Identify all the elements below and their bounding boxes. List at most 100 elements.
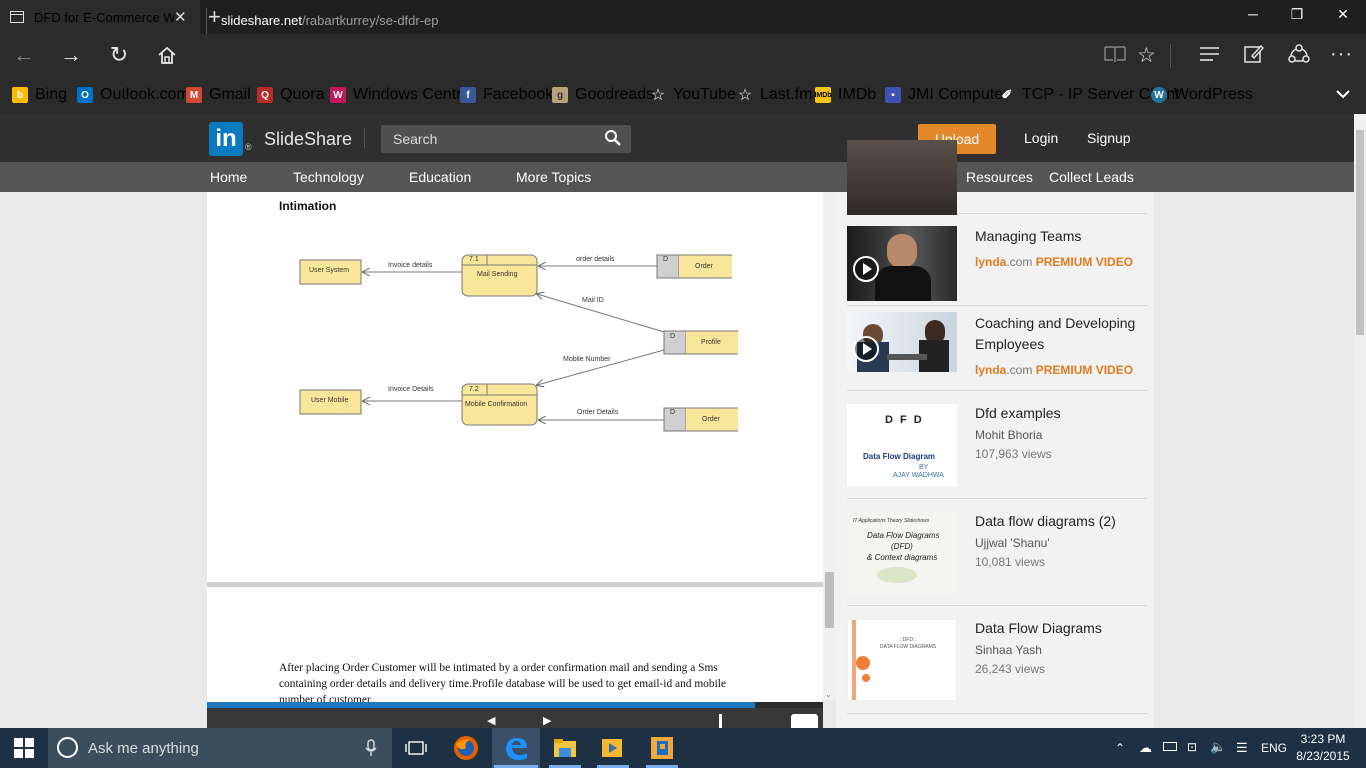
nav-technology[interactable]: Technology — [293, 169, 364, 185]
home-icon[interactable] — [152, 44, 182, 70]
related-author[interactable]: Sinhaa Yash — [975, 643, 1042, 657]
nav-more-topics[interactable]: More Topics — [516, 169, 591, 185]
thumb-by: BY — [919, 464, 929, 471]
label-mobile-confirmation: Mobile Confirmation — [465, 401, 528, 408]
back-icon[interactable]: ← — [9, 42, 39, 68]
cortana-search-input[interactable]: Ask me anything — [88, 740, 199, 757]
slide-current[interactable]: Intimation User System User Mobile 7.1 M… — [207, 192, 823, 582]
task-view-icon[interactable] — [405, 740, 427, 761]
related-title[interactable]: Coaching and Developing Employees — [975, 313, 1150, 355]
related-title[interactable]: Managing Teams — [975, 226, 1150, 247]
next-slide-icon[interactable]: ▶ — [543, 714, 551, 727]
tab-close-icon[interactable]: ✕ — [174, 8, 187, 26]
fullscreen-icon[interactable] — [791, 714, 818, 728]
search-icon[interactable] — [604, 129, 624, 149]
related-title[interactable]: Dfd examples — [975, 403, 1150, 424]
action-center-icon[interactable]: ☰ — [1236, 740, 1248, 756]
related-title[interactable]: Data Flow Diagrams — [975, 618, 1150, 639]
related-card-partial[interactable] — [847, 140, 1147, 215]
related-title[interactable]: Data flow diagrams (2) — [975, 511, 1150, 532]
favorite-windows-central[interactable]: W Windows Central — [330, 86, 474, 104]
favorite-quora[interactable]: Q Quora — [257, 86, 324, 104]
microphone-icon[interactable] — [365, 739, 377, 762]
favorite-goodreads[interactable]: g Goodreads — [552, 86, 654, 104]
nav-home[interactable]: Home — [210, 169, 247, 185]
favorite-bing[interactable]: b Bing — [12, 86, 67, 104]
scroll-down-arrow-icon[interactable]: ⌄ — [825, 690, 832, 699]
media-player-icon[interactable] — [598, 734, 626, 762]
forward-icon[interactable]: → — [56, 42, 86, 68]
related-card[interactable]: Coaching and Developing Employees lynda.… — [847, 306, 1147, 391]
linkedin-logo[interactable]: in — [209, 122, 243, 156]
play-icon[interactable] — [853, 336, 879, 362]
favorites-overflow-chevron-icon[interactable] — [1336, 86, 1350, 104]
slideshare-logo-text[interactable]: SlideShare — [264, 129, 352, 150]
related-thumbnail: IT Applications Theory Slideshows Data F… — [847, 512, 957, 594]
favorite-lastfm[interactable]: ☆ Last.fm — [737, 86, 813, 104]
restore-icon[interactable]: ❐ — [1287, 6, 1307, 23]
volume-icon[interactable]: 🔈 — [1210, 739, 1226, 755]
related-card[interactable]: ::DFD:: DATA FLOW DIAGRAMS Data Flow Dia… — [847, 606, 1147, 714]
dfd-diagram — [299, 254, 738, 432]
slide-next[interactable]: After placing Order Customer will be int… — [207, 587, 823, 703]
cortana-icon[interactable] — [57, 737, 78, 758]
play-icon[interactable] — [853, 256, 879, 282]
related-card[interactable]: D F D Data Flow Diagram BY AJAY WADHWA D… — [847, 391, 1147, 499]
refresh-icon[interactable]: ↻ — [104, 42, 134, 68]
favorite-gmail[interactable]: M Gmail — [186, 86, 251, 104]
page-scrollbar-thumb[interactable] — [1356, 130, 1364, 335]
show-hidden-icons-chevron-icon[interactable]: ⌃ — [1115, 741, 1125, 755]
onedrive-icon[interactable]: ☁ — [1139, 740, 1152, 756]
favorite-facebook[interactable]: f Facebook — [460, 86, 553, 104]
favorite-imdb[interactable]: IMDb IMDb — [814, 86, 876, 104]
favorite-youtube[interactable]: ☆ YouTube — [650, 86, 736, 104]
favorite-wordpress[interactable]: W WordPress — [1151, 86, 1253, 104]
clock[interactable]: 3:23 PM 8/23/2015 — [1293, 731, 1353, 765]
minimize-icon[interactable]: ─ — [1243, 6, 1263, 22]
photoviewer-icon[interactable] — [648, 734, 676, 762]
hub-icon[interactable] — [1199, 45, 1221, 68]
flow-order-details-2: Order Details — [577, 409, 619, 416]
browser-tab[interactable]: DFD for E-Commerce W ✕ — [0, 0, 200, 34]
related-author[interactable]: Ujjwal 'Shanu' — [975, 536, 1050, 550]
more-icon[interactable]: ··· — [1330, 43, 1353, 66]
related-card[interactable]: IT Applications Theory Slideshows Data F… — [847, 499, 1147, 606]
thumb-line-1: Data Flow Diagrams — [867, 531, 940, 540]
web-note-icon[interactable] — [1244, 44, 1264, 69]
file-explorer-icon[interactable] — [551, 734, 579, 762]
nav-resources[interactable]: Resources — [966, 169, 1033, 185]
outlook-icon: O — [77, 87, 93, 103]
thumb-circle-small — [862, 674, 870, 682]
windows-start-icon[interactable] — [14, 738, 34, 758]
firefox-icon[interactable] — [452, 734, 480, 762]
network-icon[interactable]: ⊡ — [1187, 740, 1197, 754]
related-author[interactable]: Mohit Bhoria — [975, 428, 1042, 442]
address-toolbar — [0, 34, 1366, 76]
favorite-jmi[interactable]: ▪ JMI Computer — [885, 86, 1008, 104]
slide-scrollbar-thumb[interactable] — [825, 572, 834, 628]
share-icon[interactable] — [1288, 44, 1310, 69]
favorite-star-icon[interactable]: ☆ — [1137, 43, 1156, 68]
facebook-icon: f — [460, 87, 476, 103]
search-input[interactable]: Search — [381, 125, 631, 153]
address-bar[interactable]: slideshare.net/rabartkurrey/se-dfdr-ep — [206, 8, 439, 34]
battery-icon[interactable] — [1163, 742, 1177, 751]
nav-education[interactable]: Education — [409, 169, 471, 185]
thumb-line-2: DATA FLOW DIAGRAMS — [880, 644, 937, 650]
prev-slide-icon[interactable]: ◀ — [487, 714, 495, 727]
reading-view-icon[interactable] — [1104, 45, 1126, 68]
presenter-head — [887, 234, 917, 268]
thumb-author: AJAY WADHWA — [893, 472, 944, 479]
close-window-icon[interactable]: ✕ — [1333, 6, 1353, 23]
signup-link[interactable]: Signup — [1087, 130, 1131, 146]
edge-icon[interactable] — [502, 734, 530, 762]
nav-collect-leads[interactable]: Collect Leads — [1049, 169, 1134, 185]
login-link[interactable]: Login — [1024, 130, 1058, 146]
thumb-line-1: ::DFD:: — [900, 637, 916, 643]
label-store-marker-2: D — [670, 333, 676, 340]
presenter-body — [875, 266, 931, 301]
label-user-mobile: User Mobile — [311, 397, 349, 404]
language-indicator[interactable]: ENG — [1261, 741, 1287, 755]
favorite-outlook[interactable]: O Outlook.com — [77, 86, 190, 104]
related-card[interactable]: Managing Teams lynda.com PREMIUM VIDEO — [847, 214, 1147, 306]
